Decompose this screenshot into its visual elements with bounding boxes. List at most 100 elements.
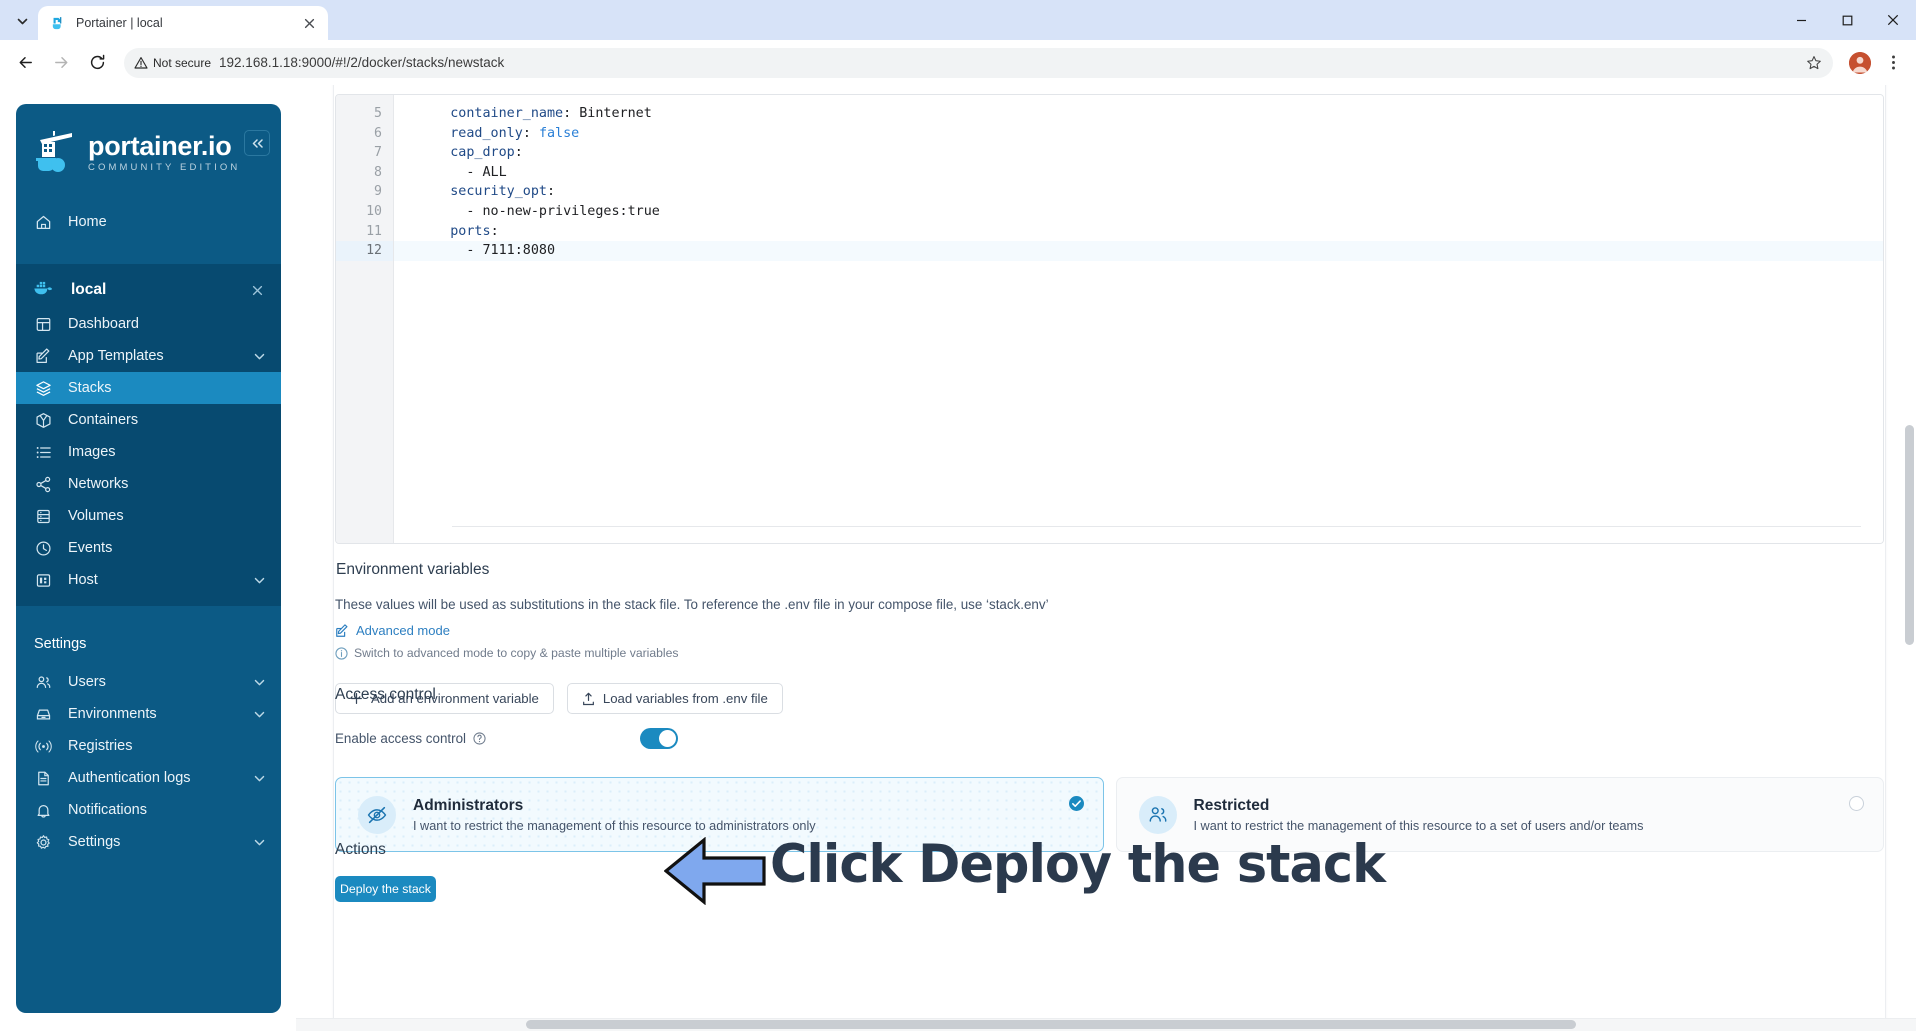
info-circle-icon (335, 646, 348, 660)
reload-button[interactable] (82, 48, 112, 78)
chevron-down-icon (254, 353, 265, 359)
access-control-toggle[interactable] (640, 727, 679, 749)
editor-line-number: 9 (374, 184, 382, 200)
portainer-favicon (52, 16, 62, 29)
sidebar: portainer.io COMMUNITY EDITION Home loca… (0, 85, 296, 1031)
sidebar-item-stacks[interactable]: Stacks (16, 372, 281, 404)
sidebar-item-expand[interactable] (254, 575, 265, 586)
horizontal-scrollbar[interactable] (296, 1018, 1916, 1031)
tab-search-button[interactable] (8, 7, 36, 35)
sidebar-item-host[interactable]: Host (16, 564, 281, 596)
access-control-toggle-label-wrap: Enable access control (335, 731, 486, 746)
arrow-left-icon (19, 57, 32, 68)
editor-code-line[interactable]: container_name: Binternet (394, 104, 1883, 124)
access-control-section: Access control Enable access control Adm… (335, 686, 1884, 852)
sidebar-item-users[interactable]: Users (16, 666, 281, 698)
sidebar-item-images[interactable]: Images (16, 436, 281, 468)
sidebar-item-label: Host (68, 572, 98, 588)
editor-code-line[interactable]: read_only: false (394, 124, 1883, 144)
editor-code-area[interactable]: container_name: Binternet read_only: fal… (394, 95, 1883, 543)
back-button[interactable] (10, 48, 40, 78)
sidebar-item-expand[interactable] (254, 773, 265, 784)
box-icon (34, 411, 53, 430)
sidebar-item-authentication-logs[interactable]: Authentication logs (16, 762, 281, 794)
sidebar-item-containers[interactable]: Containers (16, 404, 281, 436)
deploy-the-stack-button[interactable]: Deploy the stack (335, 876, 436, 902)
sidebar-item-networks[interactable]: Networks (16, 468, 281, 500)
browser-menu-button[interactable] (1880, 50, 1906, 76)
window-close-button[interactable] (1870, 0, 1916, 40)
advanced-mode-label: Advanced mode (356, 623, 450, 638)
list-icon (34, 443, 53, 462)
sidebar-collapse-button[interactable] (244, 130, 270, 156)
check-circle-icon[interactable] (1068, 796, 1084, 811)
tab-close-button[interactable] (300, 14, 319, 33)
minimize-button[interactable] (1778, 0, 1824, 40)
question-circle-icon[interactable] (473, 731, 486, 745)
sidebar-item-notifications[interactable]: Notifications (16, 794, 281, 826)
sidebar-logo-subtitle: COMMUNITY EDITION (88, 162, 241, 174)
sidebar-item-label: Dashboard (68, 316, 139, 332)
bookmark-button[interactable] (1801, 50, 1827, 76)
security-indicator[interactable]: Not secure (134, 56, 211, 70)
editor-code-line[interactable]: security_opt: (394, 182, 1883, 202)
users-icon (1138, 795, 1177, 834)
sidebar-item-label: Images (68, 444, 116, 460)
compose-editor[interactable]: 5 6 7 8 9 10 11 12 container_name: Binternet re… (335, 94, 1884, 544)
editor-gutter: 5 6 7 8 9 10 11 12 (336, 95, 394, 543)
editor-bottom-divider (452, 526, 1861, 527)
avatar[interactable] (1849, 51, 1871, 74)
sidebar-item-expand[interactable] (254, 837, 265, 848)
chevron-down-icon (254, 711, 265, 717)
editor-code-line[interactable]: - no-new-privileges:true (394, 202, 1883, 222)
chevron-down-icon (254, 577, 265, 583)
sidebar-item-expand[interactable] (254, 709, 265, 720)
sidebar-logo[interactable]: portainer.io COMMUNITY EDITION (16, 104, 281, 184)
editor-line-number: 10 (366, 203, 382, 219)
horizontal-scrollbar-thumb[interactable] (526, 1020, 1576, 1029)
sidebar-environment-items: Dashboard App Templates Stacks Containers Im… (16, 308, 281, 596)
star-icon (1807, 55, 1821, 69)
editor-code-line[interactable]: cap_drop: (394, 143, 1883, 163)
vertical-scrollbar-thumb[interactable] (1905, 425, 1914, 645)
sidebar-item-expand[interactable] (254, 351, 265, 362)
radio-empty-icon[interactable] (1849, 796, 1864, 811)
sidebar-item-environments[interactable]: Environments (16, 698, 281, 730)
sidebar-item-label: Users (68, 674, 106, 690)
editor-code-line[interactable]: - ALL (394, 163, 1883, 183)
edit-square-icon (336, 623, 348, 637)
database-icon (34, 507, 53, 526)
home-icon (34, 213, 53, 232)
advanced-mode-link[interactable]: Advanced mode (335, 623, 1884, 638)
share-nodes-icon (34, 475, 53, 494)
sidebar-item-settings[interactable]: Settings (16, 826, 281, 858)
sidebar-item-volumes[interactable]: Volumes (16, 500, 281, 532)
chevron-down-icon (17, 18, 27, 24)
chevron-down-icon (254, 839, 265, 845)
browser-toolbar: Not secure 192.168.1.18:9000/#!/2/docker… (0, 40, 1916, 85)
x-icon (252, 285, 262, 295)
vertical-scrollbar[interactable] (1903, 85, 1916, 1031)
sidebar-item-dashboard[interactable]: Dashboard (16, 308, 281, 340)
close-icon (304, 18, 315, 28)
access-option-title: Administrators (413, 796, 524, 814)
sidebar-environment-header[interactable]: local (16, 272, 281, 308)
dashboard-icon (34, 315, 53, 334)
url-text[interactable]: 192.168.1.18:9000/#!/2/docker/stacks/new… (219, 55, 1793, 70)
sidebar-item-home[interactable]: Home (16, 206, 281, 238)
sidebar-item-label: Settings (68, 834, 121, 850)
editor-code-line[interactable]: - 7111:8080 (394, 241, 1883, 261)
browser-tab[interactable]: Portainer | local (38, 6, 328, 40)
registries-icon (34, 737, 53, 756)
sidebar-item-app-templates[interactable]: App Templates (16, 340, 281, 372)
address-bar[interactable]: Not secure 192.168.1.18:9000/#!/2/docker… (124, 47, 1833, 78)
sidebar-item-events[interactable]: Events (16, 532, 281, 564)
sidebar-item-registries[interactable]: Registries (16, 730, 281, 762)
sidebar-item-expand[interactable] (254, 677, 265, 688)
minimize-icon (1796, 19, 1806, 21)
access-option-description: I want to restrict the management of thi… (1193, 818, 1644, 833)
maximize-button[interactable] (1824, 0, 1870, 40)
editor-code-line[interactable]: ports: (394, 222, 1883, 242)
forward-button[interactable] (46, 48, 76, 78)
sidebar-environment-close-button[interactable] (250, 283, 264, 297)
